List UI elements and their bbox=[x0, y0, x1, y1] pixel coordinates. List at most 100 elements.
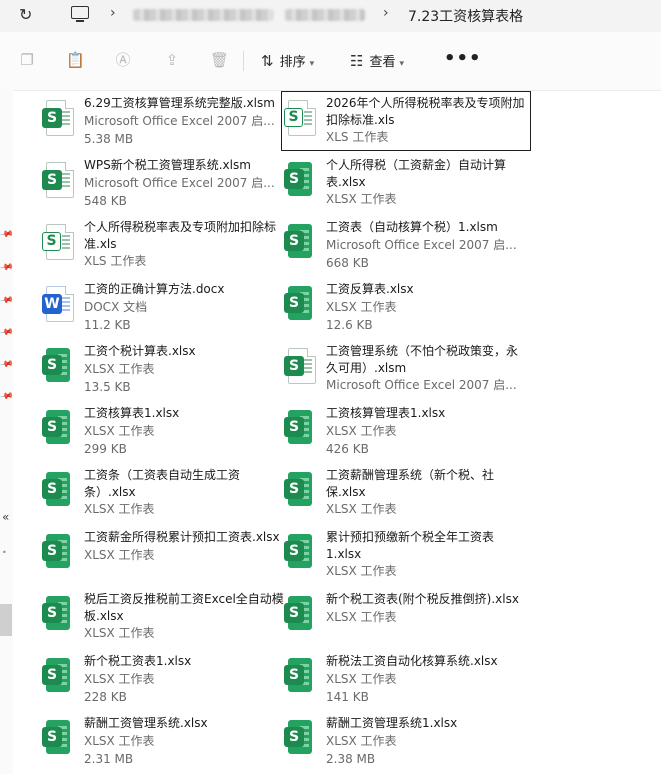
file-item[interactable]: S 工资条（工资表自动生成工资条）.xlsx XLSX 工作表 bbox=[40, 464, 288, 522]
file-item[interactable]: S 工资表（自动核算个税）1.xlsm Microsoft Office Excel… bbox=[282, 216, 530, 274]
file-name: 工资薪金所得税累计预扣工资表.xlsx bbox=[84, 530, 280, 544]
file-type: XLSX 工作表 bbox=[84, 424, 155, 438]
blurred-path-segment[interactable] bbox=[133, 9, 273, 21]
file-type: XLSX 工作表 bbox=[326, 610, 397, 624]
dot-icon: • bbox=[2, 548, 7, 557]
file-name: 新个税工资表1.xlsx bbox=[84, 654, 192, 668]
pin-icon[interactable]: 📌 bbox=[0, 390, 14, 405]
file-name: 2026年个人所得税税率表及专项附加扣除标准.xls bbox=[326, 96, 525, 127]
file-type: XLSX 工作表 bbox=[84, 672, 155, 686]
xlsx-file-icon: S bbox=[284, 410, 312, 444]
file-type: XLSX 工作表 bbox=[326, 672, 397, 686]
file-item[interactable]: S 工资薪金所得税累计预扣工资表.xlsx XLSX 工作表 bbox=[40, 526, 288, 584]
blurred-path-segment[interactable] bbox=[285, 9, 365, 21]
xlsx-file-icon: S bbox=[42, 472, 70, 506]
sort-button[interactable]: ⇅ 排序 ▾ bbox=[261, 50, 314, 72]
file-type: XLSX 工作表 bbox=[326, 502, 397, 516]
chevron-right-icon[interactable]: › bbox=[110, 5, 116, 21]
file-name: 工资核算管理表1.xlsx bbox=[326, 406, 446, 420]
xlsx-file-icon: S bbox=[284, 534, 312, 568]
file-type: XLSX 工作表 bbox=[84, 734, 155, 748]
file-type: XLSX 工作表 bbox=[326, 424, 397, 438]
file-name: 个人所得税（工资薪金）自动计算表.xlsx bbox=[326, 158, 507, 189]
file-item[interactable]: S 工资反算表.xlsx XLSX 工作表 12.6 KB bbox=[282, 278, 530, 336]
file-type: XLSX 工作表 bbox=[326, 300, 397, 314]
file-type: XLSX 工作表 bbox=[84, 362, 155, 376]
file-type: XLS 工作表 bbox=[326, 130, 389, 144]
file-type: XLSX 工作表 bbox=[84, 626, 155, 640]
pin-icon[interactable]: 📌 bbox=[0, 261, 14, 276]
rename-icon[interactable]: Ⓐ bbox=[114, 51, 132, 69]
xlsx-file-icon: S bbox=[284, 720, 312, 754]
view-button[interactable]: ☷ 查看 ▾ bbox=[350, 50, 404, 72]
sort-label: 排序 bbox=[279, 55, 306, 70]
file-item[interactable]: S 工资核算管理表1.xlsx XLSX 工作表 426 KB bbox=[282, 402, 530, 460]
xlsx-file-icon: S bbox=[284, 472, 312, 506]
file-item[interactable]: S 工资薪酬管理系统（新个税、社保.xlsx XLSX 工作表 bbox=[282, 464, 530, 522]
more-options-button[interactable]: ••• bbox=[444, 48, 482, 69]
file-size: 5.38 MB bbox=[84, 132, 134, 146]
file-item[interactable]: S 个人所得税税率表及专项附加扣除标准.xls XLS 工作表 bbox=[40, 216, 288, 274]
xlsx-file-icon: S bbox=[284, 286, 312, 320]
file-item[interactable]: S 新个税工资表1.xlsx XLSX 工作表 228 KB bbox=[40, 650, 288, 708]
file-name: 新个税工资表(附个税反推倒挤).xlsx bbox=[326, 592, 519, 606]
file-name: 薪酬工资管理系统1.xlsx bbox=[326, 716, 458, 730]
xlsx-file-icon: S bbox=[42, 596, 70, 630]
file-item[interactable]: S WPS新个税工资管理系统.xlsm Microsoft Office Excel… bbox=[40, 154, 288, 212]
pin-icon[interactable]: 📌 bbox=[0, 294, 14, 309]
file-type: XLSX 工作表 bbox=[326, 192, 397, 206]
collapse-pane-icon[interactable]: « bbox=[2, 510, 9, 524]
file-item[interactable]: S 个人所得税（工资薪金）自动计算表.xlsx XLSX 工作表 bbox=[282, 154, 530, 212]
xlsx-file-icon: S bbox=[42, 410, 70, 444]
file-name: 工资薪酬管理系统（新个税、社保.xlsx bbox=[326, 468, 495, 499]
paste-icon[interactable]: 📋 bbox=[66, 51, 85, 69]
file-item[interactable]: S 6.29工资核算管理系统完整版.xlsm Microsoft Office Ex… bbox=[40, 92, 288, 150]
file-item[interactable]: W 工资的正确计算方法.docx DOCX 文档 11.2 KB bbox=[40, 278, 288, 336]
share-icon[interactable]: ⇪ bbox=[163, 51, 181, 69]
file-size: 12.6 KB bbox=[326, 318, 373, 332]
pin-icon[interactable]: 📌 bbox=[0, 228, 14, 243]
file-type: Microsoft Office Excel 2007 启... bbox=[326, 378, 517, 392]
file-item[interactable]: S 工资管理系统（不怕个税政策变，永久可用）.xlsm Microsoft Offi… bbox=[282, 340, 530, 398]
file-item[interactable]: S 累计预扣预缴新个税全年工资表1.xlsx XLSX 工作表 bbox=[282, 526, 530, 584]
copy-icon[interactable]: ❐ bbox=[18, 51, 36, 69]
refresh-icon[interactable]: ↻ bbox=[19, 5, 32, 24]
file-item[interactable]: S 2026年个人所得税税率表及专项附加扣除标准.xls XLS 工作表 bbox=[281, 91, 531, 151]
xlsx-file-icon: S bbox=[42, 534, 70, 568]
file-item[interactable]: S 薪酬工资管理系统.xlsx XLSX 工作表 2.31 MB bbox=[40, 712, 288, 770]
pin-icon[interactable]: 📌 bbox=[0, 358, 14, 373]
file-name: 6.29工资核算管理系统完整版.xlsm bbox=[84, 96, 275, 110]
address-bar: ↻ › › 7.23工资核算表格 bbox=[0, 0, 661, 32]
file-size: 299 KB bbox=[84, 442, 127, 456]
xls-file-icon: S bbox=[42, 224, 74, 260]
file-size: 13.5 KB bbox=[84, 380, 131, 394]
excel-macro-file-icon: S bbox=[42, 100, 74, 136]
xlsx-file-icon: S bbox=[284, 162, 312, 196]
xlsx-file-icon: S bbox=[42, 720, 70, 754]
xlsx-file-icon: S bbox=[42, 348, 70, 382]
chevron-down-icon: ▾ bbox=[399, 59, 404, 69]
file-item[interactable]: S 税后工资反推税前工资Excel全自动模板.xlsx XLSX 工作表 bbox=[40, 588, 288, 646]
file-item[interactable]: S 新个税工资表(附个税反推倒挤).xlsx XLSX 工作表 bbox=[282, 588, 530, 646]
file-name: 工资反算表.xlsx bbox=[326, 282, 414, 296]
file-size: 548 KB bbox=[84, 194, 127, 208]
scrollbar-thumb[interactable] bbox=[0, 604, 12, 636]
excel-macro-file-icon: S bbox=[284, 348, 316, 384]
xlsx-file-icon: S bbox=[284, 224, 312, 258]
file-item[interactable]: S 新税法工资自动化核算系统.xlsx XLSX 工作表 141 KB bbox=[282, 650, 530, 708]
file-type: XLSX 工作表 bbox=[326, 564, 397, 578]
file-item[interactable]: S 工资核算表1.xlsx XLSX 工作表 299 KB bbox=[40, 402, 288, 460]
file-item[interactable]: S 工资个税计算表.xlsx XLSX 工作表 13.5 KB bbox=[40, 340, 288, 398]
sort-icon: ⇅ bbox=[261, 52, 274, 70]
delete-icon[interactable]: 🗑 bbox=[210, 51, 229, 69]
file-item[interactable]: S 薪酬工资管理系统1.xlsx XLSX 工作表 2.38 MB bbox=[282, 712, 530, 770]
file-type: XLSX 工作表 bbox=[326, 734, 397, 748]
file-size: 11.2 KB bbox=[84, 318, 131, 332]
word-file-icon: W bbox=[42, 286, 74, 322]
file-size: 426 KB bbox=[326, 442, 369, 456]
pin-icon[interactable]: 📌 bbox=[0, 326, 14, 341]
breadcrumb-current-folder[interactable]: 7.23工资核算表格 bbox=[408, 6, 523, 26]
this-pc-icon[interactable] bbox=[71, 6, 89, 22]
chevron-right-icon[interactable]: › bbox=[383, 5, 389, 21]
toolbar-divider bbox=[243, 51, 244, 71]
